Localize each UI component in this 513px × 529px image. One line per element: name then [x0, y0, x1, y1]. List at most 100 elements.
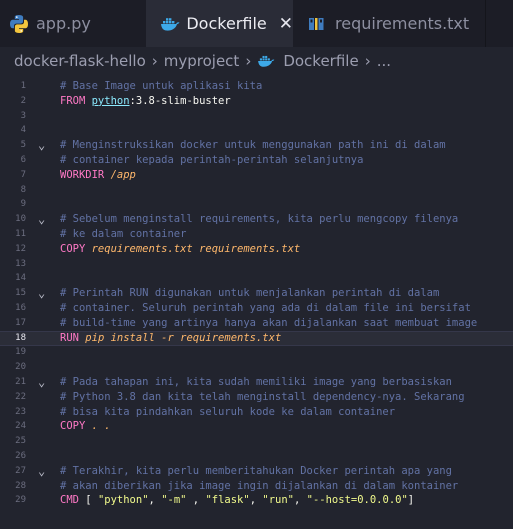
code-token: # akan diberikan jika image ingin dijala… — [60, 479, 459, 492]
chevron-down-icon[interactable]: ⌄ — [38, 464, 45, 479]
code-token: # container. Seluruh perintah yang ada d… — [60, 302, 471, 314]
code-token: python — [91, 94, 130, 107]
code-line[interactable]: 7 WORKDIR /app — [0, 168, 513, 183]
tab-label: requirements.txt — [335, 14, 470, 33]
code-line[interactable]: 6 # container kepada perintah-perintah se… — [0, 153, 513, 168]
tab-requirements-txt[interactable]: requirements.txt — [293, 0, 486, 47]
code-line[interactable]: 23 # bisa kita pindahkan seluruh kode ke … — [0, 405, 513, 420]
python-icon — [8, 13, 30, 35]
code-line[interactable]: 10 ⌄ # Sebelum menginstall requirements, k… — [0, 212, 513, 227]
code-text: # container kepada perintah-perintah sel… — [60, 153, 363, 168]
code-line[interactable]: 22 # Python 3.8 dan kita telah menginstal… — [0, 390, 513, 405]
code-line[interactable]: 4 — [0, 123, 513, 138]
code-token: /app — [110, 168, 136, 181]
code-line[interactable]: 20 — [0, 360, 513, 375]
code-token: FROM — [60, 94, 92, 107]
code-token: COPY — [60, 242, 92, 255]
code-line[interactable]: 21 ⌄ # Pada tahapan ini, kita sudah memili… — [0, 375, 513, 390]
code-token: "python" — [97, 494, 149, 507]
breadcrumb-file[interactable]: Dockerfile — [283, 52, 358, 70]
code-text: # build-time yang artinya hanya akan dij… — [60, 316, 477, 331]
line-number: 3 — [20, 110, 26, 121]
line-number: 4 — [20, 125, 26, 136]
code-text: # Terakhir, kita perlu memberitahukan Do… — [60, 464, 452, 479]
line-number: 23 — [15, 406, 26, 417]
code-token: # Python 3.8 dan kita telah menginstall … — [60, 390, 465, 403]
code-token: , — [186, 494, 206, 507]
code-line[interactable]: 19 — [0, 345, 513, 360]
chevron-down-icon[interactable]: ⌄ — [38, 375, 45, 390]
code-token: # container kepada perintah-perintah sel… — [60, 154, 364, 166]
code-token: , — [293, 494, 307, 507]
tab-dockerfile[interactable]: Dockerfile ✕ — [146, 0, 293, 47]
code-line[interactable]: 2 FROM python:3.8-slim-buster — [0, 94, 513, 109]
code-text: # bisa kita pindahkan seluruh kode ke da… — [60, 405, 395, 420]
editor-tab-bar: app.py Dockerfile ✕ requirements.txt — [0, 0, 513, 47]
code-token: , — [148, 494, 162, 507]
line-number: 16 — [15, 303, 26, 313]
code-line[interactable]: 8 — [0, 183, 513, 198]
code-token: COPY — [60, 420, 92, 433]
tab-label: Dockerfile — [186, 14, 267, 33]
line-number: 6 — [20, 155, 26, 165]
code-token: , — [249, 494, 263, 507]
code-line[interactable]: 16 # container. Seluruh perintah yang ada… — [0, 301, 513, 316]
docker-icon — [160, 13, 180, 35]
line-number: 18 — [15, 332, 26, 343]
breadcrumb-folder[interactable]: docker-flask-hello — [14, 52, 146, 70]
code-token: # Base Image untuk aplikasi kita — [60, 80, 263, 92]
code-line[interactable]: 24 COPY . . — [0, 419, 513, 434]
code-line[interactable]: 15 ⌄ # Perintah RUN digunakan untuk menjal… — [0, 286, 513, 301]
code-line[interactable]: 13 — [0, 257, 513, 272]
close-icon[interactable]: ✕ — [279, 14, 293, 34]
line-number: 5 — [20, 140, 26, 151]
code-line[interactable]: 26 — [0, 449, 513, 464]
chevron-down-icon[interactable]: ⌄ — [38, 138, 45, 153]
chevron-right-icon: › — [364, 52, 371, 70]
code-line[interactable]: 5 ⌄ # Menginstruksikan docker untuk menggu… — [0, 138, 513, 153]
code-text: COPY . . — [60, 419, 111, 434]
code-line[interactable]: 3 — [0, 109, 513, 124]
code-token: # build-time yang artinya hanya akan dij… — [60, 316, 478, 329]
code-line[interactable]: 28 # akan diberikan jika image ingin dija… — [0, 479, 513, 494]
code-line[interactable]: 9 — [0, 197, 513, 212]
code-text: # Menginstruksikan docker untuk mengguna… — [60, 138, 446, 153]
chevron-down-icon[interactable]: ⌄ — [38, 286, 45, 301]
code-token: # Terakhir, kita perlu memberitahukan Do… — [60, 464, 452, 477]
line-number: 25 — [15, 436, 26, 447]
code-line[interactable]: 17 # build-time yang artinya hanya akan d… — [0, 316, 513, 331]
breadcrumb-more[interactable]: ... — [377, 52, 391, 70]
code-line[interactable]: 25 — [0, 434, 513, 449]
code-token: ] — [407, 494, 415, 507]
tab-label: app.py — [36, 14, 91, 33]
line-number: 13 — [15, 258, 26, 269]
code-token: [ — [85, 494, 98, 507]
code-editor[interactable]: 1 # Base Image untuk aplikasi kita 2 FROM p… — [0, 75, 513, 529]
code-line[interactable]: 12 COPY requirements.txt requirements.txt — [0, 242, 513, 257]
line-number: 17 — [15, 317, 26, 328]
line-number: 24 — [15, 421, 26, 432]
line-number: 26 — [15, 451, 26, 461]
code-line[interactable]: 18 RUN pip install -r requirements.txt — [0, 330, 513, 346]
tab-app-py[interactable]: app.py — [0, 0, 146, 47]
chevron-down-icon[interactable]: ⌄ — [38, 212, 45, 227]
code-line[interactable]: 1 # Base Image untuk aplikasi kita — [0, 79, 513, 94]
code-token: pip install -r requirements.txt — [85, 331, 282, 344]
code-text: WORKDIR /app — [60, 168, 136, 183]
code-line[interactable]: 27 ⌄ # Terakhir, kita perlu memberitahukan… — [0, 464, 513, 479]
line-number: 10 — [15, 214, 26, 225]
code-token: "run" — [262, 494, 294, 507]
code-token: # Pada tahapan ini, kita sudah memiliki … — [60, 376, 452, 388]
line-number: 21 — [15, 377, 26, 387]
line-number: 11 — [15, 229, 26, 239]
breadcrumb-subfolder[interactable]: myproject — [164, 52, 240, 70]
line-number: 1 — [20, 81, 26, 91]
code-line[interactable]: 14 — [0, 271, 513, 286]
code-text: # Perintah RUN digunakan untuk menjalank… — [60, 286, 439, 301]
code-text: # Base Image untuk aplikasi kita — [60, 79, 262, 94]
line-number: 19 — [15, 347, 26, 358]
code-line[interactable]: 29 CMD [ "python", "-m" , "flask", "run",… — [0, 493, 513, 508]
code-line[interactable]: 11 # ke dalam container — [0, 227, 513, 242]
line-number: 22 — [15, 391, 26, 402]
code-token: "--host=0.0.0.0" — [306, 494, 408, 507]
